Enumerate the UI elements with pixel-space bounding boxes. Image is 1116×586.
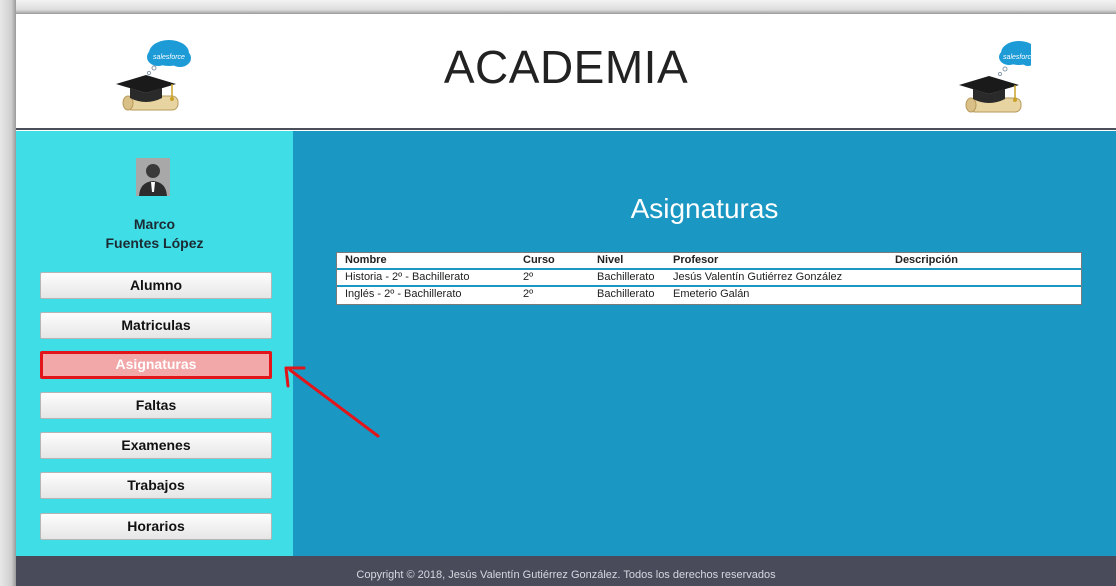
user-name: Marco Fuentes López bbox=[16, 215, 293, 253]
copyright-text: Copyright © 2018, Jesús Valentín Gutiérr… bbox=[356, 569, 776, 581]
annotation-arrow-icon bbox=[284, 366, 380, 438]
table-row[interactable]: Inglés - 2º - Bachillerato 2º Bachillera… bbox=[337, 287, 1081, 304]
cell-nivel: Bachillerato bbox=[597, 288, 655, 300]
avatar bbox=[136, 158, 170, 196]
sidebar-item-asignaturas[interactable]: Asignaturas bbox=[40, 351, 272, 379]
header: salesforce ACADEMIA salesforce bbox=[16, 14, 1116, 130]
user-last-name: Fuentes López bbox=[105, 235, 204, 251]
academia-logo-right-icon: salesforce bbox=[959, 41, 1031, 113]
column-header-curso: Curso bbox=[523, 254, 555, 266]
user-first-name: Marco bbox=[133, 216, 176, 232]
column-header-descripcion: Descripción bbox=[895, 254, 958, 266]
footer: Copyright © 2018, Jesús Valentín Gutiérr… bbox=[16, 556, 1116, 586]
cell-nombre: Historia - 2º - Bachillerato bbox=[345, 271, 470, 283]
cell-curso: 2º bbox=[523, 288, 534, 300]
cell-nivel: Bachillerato bbox=[597, 271, 655, 283]
cell-curso: 2º bbox=[523, 271, 534, 283]
cell-nombre: Inglés - 2º - Bachillerato bbox=[345, 288, 462, 300]
user-avatar-icon bbox=[136, 158, 170, 196]
column-header-nombre: Nombre bbox=[345, 254, 387, 266]
sidebar: Marco Fuentes López Alumno Matriculas As… bbox=[16, 131, 293, 556]
logo-right-text: salesforce bbox=[1003, 54, 1031, 61]
table-header-row: Nombre Curso Nivel Profesor Descripción bbox=[337, 253, 1081, 270]
sidebar-item-faltas[interactable]: Faltas bbox=[40, 392, 272, 419]
sidebar-item-examenes[interactable]: Examenes bbox=[40, 432, 272, 459]
column-header-nivel: Nivel bbox=[597, 254, 624, 266]
sidebar-item-matriculas[interactable]: Matriculas bbox=[40, 312, 272, 339]
sidebar-item-alumno[interactable]: Alumno bbox=[40, 272, 272, 299]
main-content: Asignaturas Nombre Curso Nivel Profesor … bbox=[293, 131, 1116, 556]
cell-profesor: Jesús Valentín Gutiérrez González bbox=[673, 271, 843, 283]
section-title: Asignaturas bbox=[630, 193, 779, 224]
subjects-table: Nombre Curso Nivel Profesor Descripción … bbox=[336, 252, 1082, 305]
app-window: salesforce ACADEMIA salesforce bbox=[0, 0, 1116, 586]
window-shadow-top bbox=[0, 0, 1116, 14]
column-header-profesor: Profesor bbox=[673, 254, 719, 266]
sidebar-item-trabajos[interactable]: Trabajos bbox=[40, 472, 272, 499]
table-row[interactable]: Historia - 2º - Bachillerato 2º Bachille… bbox=[337, 270, 1081, 287]
window-shadow-left bbox=[0, 0, 16, 586]
sidebar-item-horarios[interactable]: Horarios bbox=[40, 513, 272, 540]
cell-profesor: Emeterio Galán bbox=[673, 288, 750, 300]
